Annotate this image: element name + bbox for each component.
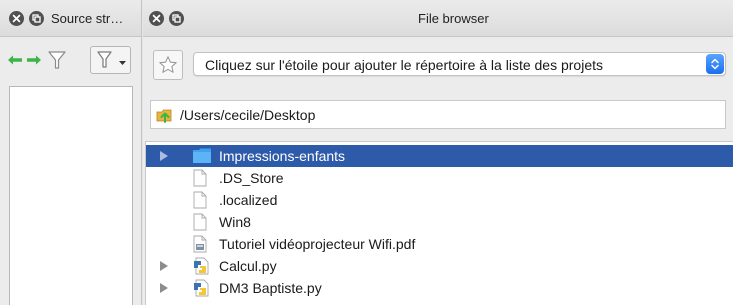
expand-arrow-icon[interactable]: [160, 283, 168, 293]
file-row[interactable]: Impressions-enfants: [146, 145, 733, 167]
source-structure-tree[interactable]: [9, 86, 133, 305]
file-name: Win8: [219, 214, 251, 230]
folder-up-icon: [156, 106, 174, 129]
file-row[interactable]: Tutoriel vidéoprojecteur Wifi.pdf: [146, 233, 733, 255]
file-name: .DS_Store: [219, 170, 284, 186]
chevron-up-down-icon[interactable]: [706, 54, 724, 74]
file-name: Calcul.py: [219, 258, 277, 274]
expand-arrow-icon[interactable]: [160, 261, 168, 271]
file-row[interactable]: Win8: [146, 211, 733, 233]
file-browser-title-bar: File browser: [143, 0, 733, 37]
project-select-value: Cliquez sur l'étoile pour ajouter le rép…: [205, 57, 603, 73]
folder-icon: [192, 147, 212, 169]
file-name: .localized: [219, 192, 278, 208]
file-name: DM3 Baptiste.py: [219, 280, 322, 296]
arrow-left-icon[interactable]: [7, 48, 23, 72]
file-name: Impressions-enfants: [219, 148, 346, 164]
filter-dropdown-button[interactable]: [90, 46, 131, 74]
close-icon[interactable]: [149, 11, 164, 26]
path-field[interactable]: /Users/cecile/Desktop: [150, 100, 726, 129]
file-browser-panel: File browser Cliquez sur l'étoile pour a…: [143, 0, 733, 305]
source-structure-toolbar: [0, 38, 141, 84]
source-structure-title-bar: Source str…: [0, 0, 141, 37]
expand-arrow-icon[interactable]: [160, 151, 168, 161]
add-project-star-button[interactable]: [153, 50, 183, 80]
arrow-right-icon[interactable]: [26, 48, 42, 72]
source-structure-panel: Source str…: [0, 0, 142, 305]
path-text: /Users/cecile/Desktop: [180, 107, 316, 123]
file-browser-title: File browser: [418, 11, 489, 26]
float-icon[interactable]: [169, 11, 184, 26]
close-icon[interactable]: [9, 11, 24, 26]
file-name: Tutoriel vidéoprojecteur Wifi.pdf: [219, 236, 416, 252]
python-file-icon: [192, 279, 212, 302]
source-structure-title: Source str…: [51, 11, 124, 26]
project-select[interactable]: Cliquez sur l'étoile pour ajouter le rép…: [193, 52, 726, 76]
project-bar: Cliquez sur l'étoile pour ajouter le rép…: [143, 46, 733, 84]
file-row[interactable]: DM3 Baptiste.py: [146, 277, 733, 299]
funnel-icon[interactable]: [46, 48, 68, 72]
file-row[interactable]: Calcul.py: [146, 255, 733, 277]
float-icon[interactable]: [29, 11, 44, 26]
file-list[interactable]: Impressions-enfants .DS_Store .localized…: [145, 141, 733, 305]
app-window: Source str… File browser Cliquez sur l'é…: [0, 0, 733, 305]
star-icon: [159, 56, 177, 73]
file-row[interactable]: .DS_Store: [146, 167, 733, 189]
funnel-icon: [96, 51, 126, 68]
file-row[interactable]: .localized: [146, 189, 733, 211]
